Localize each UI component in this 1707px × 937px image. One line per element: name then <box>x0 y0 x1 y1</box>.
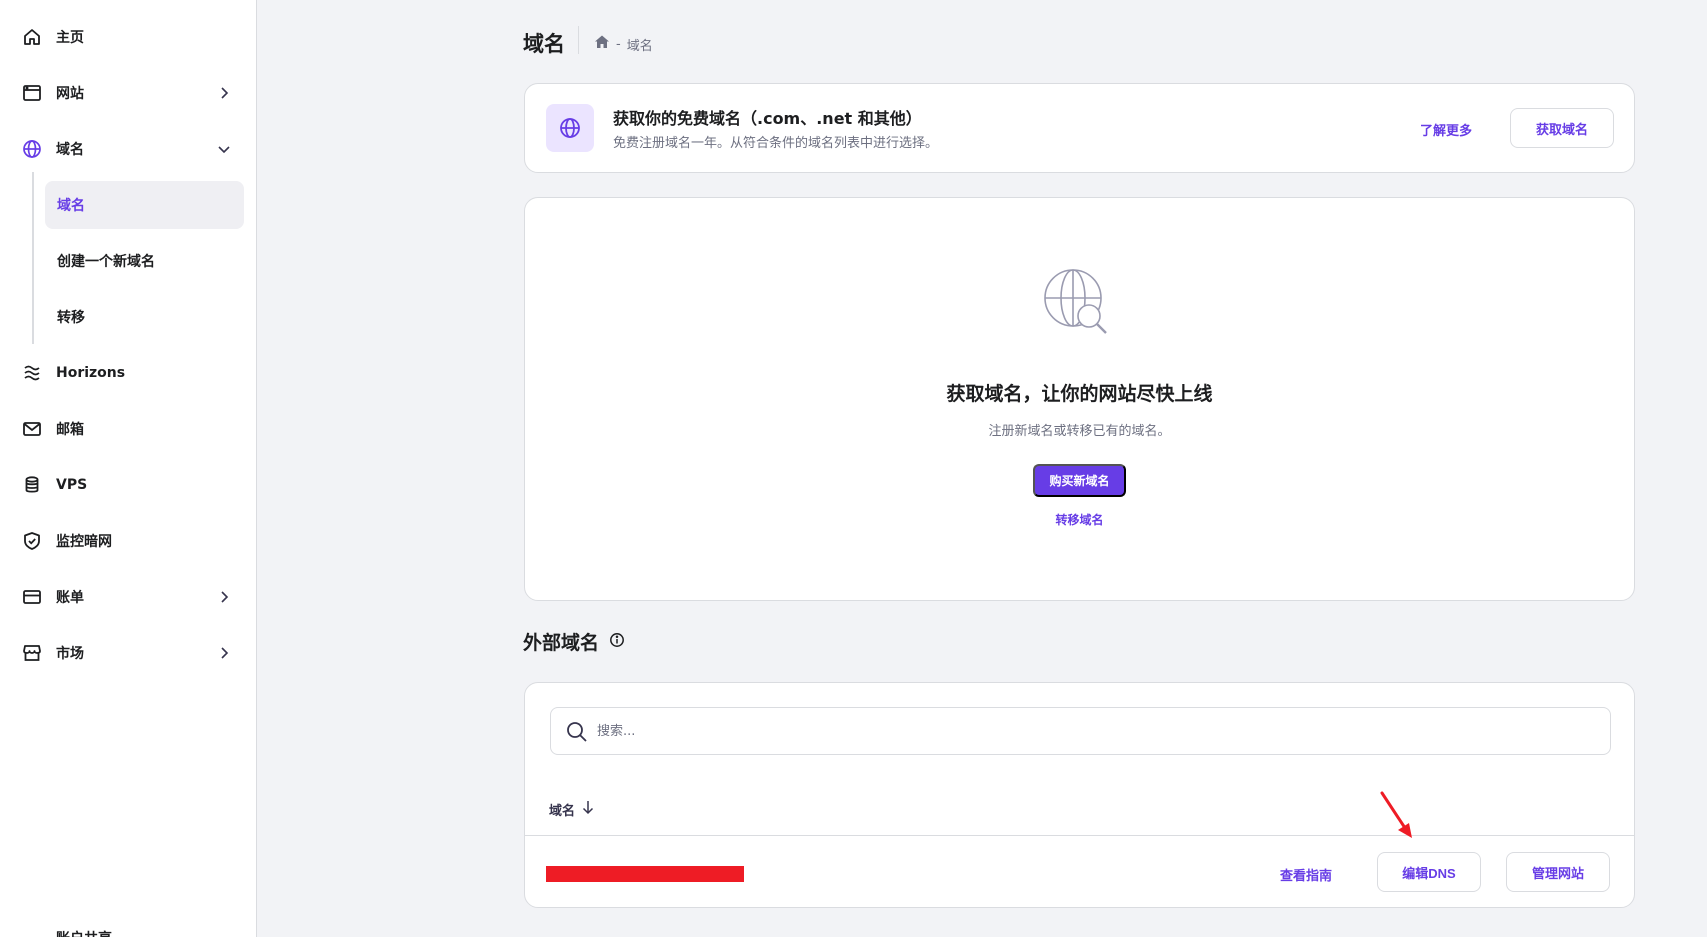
sort-arrow-down-icon <box>581 799 595 819</box>
sidebar-item-websites[interactable]: 网站 <box>0 69 257 117</box>
redacted-domain-name <box>546 866 744 882</box>
sidebar-item-label: VPS <box>56 477 88 493</box>
sidebar-item-home[interactable]: 主页 <box>0 13 257 61</box>
globe-search-icon <box>1035 264 1119 348</box>
sidebar-item-horizons[interactable]: Horizons <box>0 349 257 397</box>
database-icon <box>22 475 42 495</box>
breadcrumb-current: 域名 <box>626 38 653 54</box>
search-input[interactable] <box>597 718 1577 744</box>
sidebar-item-label: 邮箱 <box>56 422 84 438</box>
info-icon[interactable] <box>609 631 625 653</box>
section-title-text: 外部域名 <box>523 632 600 654</box>
sidebar-item-label: Horizons <box>56 365 126 381</box>
view-guide-link[interactable]: 查看指南 <box>1280 865 1332 884</box>
chevron-down-icon <box>216 141 232 157</box>
column-header-label: 域名 <box>549 803 576 819</box>
browser-window-icon <box>22 83 42 103</box>
breadcrumb-separator: - <box>616 36 621 52</box>
home-icon[interactable] <box>594 34 610 54</box>
banner-subtitle: 免费注册域名一年。从符合条件的域名列表中进行选择。 <box>613 136 939 151</box>
sidebar-item-billing[interactable]: 账单 <box>0 573 257 621</box>
search-icon <box>565 720 589 744</box>
sidebar-item-label: 主页 <box>56 30 84 46</box>
manage-website-button[interactable]: 管理网站 <box>1506 852 1610 892</box>
sidebar-item-label: 监控暗网 <box>56 534 112 550</box>
sidebar-item-dark-web-monitor[interactable]: 监控暗网 <box>0 517 257 565</box>
buy-new-domain-button[interactable]: 购买新域名 <box>1033 464 1126 497</box>
external-domains-heading: 外部域名 <box>523 628 625 655</box>
chevron-right-icon <box>216 589 232 605</box>
globe-icon <box>22 139 42 159</box>
submenu-divider <box>32 172 34 344</box>
home-icon <box>22 27 42 47</box>
sidebar-item-domains[interactable]: 域名 <box>0 125 257 173</box>
sidebar-item-marketplace[interactable]: 市场 <box>0 629 257 677</box>
external-domains-card: 域名 查看指南 编辑DNS 管理网站 <box>524 682 1635 908</box>
domains-empty-state: 获取域名，让你的网站尽快上线 注册新域名或转移已有的域名。 购买新域名 转移域名 <box>524 197 1635 601</box>
sidebar-item-label: 账单 <box>56 590 84 606</box>
empty-state-title: 获取域名，让你的网站尽快上线 <box>946 383 1213 405</box>
sidebar-item-account-sharing[interactable]: 账户共享 <box>56 928 112 937</box>
chevron-right-icon <box>216 85 232 101</box>
breadcrumb: - 域名 <box>594 34 653 54</box>
chevron-right-icon <box>216 645 232 661</box>
title-divider <box>578 26 579 54</box>
sidebar-subitem-transfer[interactable]: 转移 <box>45 293 244 341</box>
annotation-arrow-icon <box>1380 791 1412 838</box>
page-title: 域名 <box>523 32 565 56</box>
globe-icon <box>546 104 594 152</box>
sidebar-item-label: 域名 <box>56 142 84 158</box>
learn-more-link[interactable]: 了解更多 <box>1420 120 1472 139</box>
transfer-domain-link[interactable]: 转移域名 <box>1055 513 1103 527</box>
sidebar-subitem-new-domain[interactable]: 创建一个新域名 <box>45 237 244 285</box>
banner-title: 获取你的免费域名（.com、.net 和其他） <box>613 109 922 128</box>
empty-state-subtitle: 注册新域名或转移已有的域名。 <box>988 424 1171 439</box>
credit-card-icon <box>22 587 42 607</box>
free-domain-banner: 获取你的免费域名（.com、.net 和其他） 免费注册域名一年。从符合条件的域… <box>524 83 1635 173</box>
sidebar-item-label: 网站 <box>56 86 84 102</box>
sidebar: 主页 网站 域名 域名 创建一个新域名 转移 Horizons 邮箱 VPS 监… <box>0 0 257 937</box>
edit-dns-button[interactable]: 编辑DNS <box>1377 852 1481 892</box>
sidebar-item-vps[interactable]: VPS <box>0 461 257 509</box>
sidebar-item-email[interactable]: 邮箱 <box>0 405 257 453</box>
sidebar-item-label: 市场 <box>56 646 84 662</box>
shield-check-icon <box>22 531 42 551</box>
mail-icon <box>22 419 42 439</box>
horizons-icon <box>22 363 42 383</box>
get-domain-button[interactable]: 获取域名 <box>1510 108 1614 148</box>
column-header-domain[interactable]: 域名 <box>549 799 595 819</box>
store-icon <box>22 643 42 663</box>
table-divider <box>525 835 1634 836</box>
search-field[interactable] <box>550 707 1611 755</box>
sidebar-subitem-domains[interactable]: 域名 <box>45 181 244 229</box>
